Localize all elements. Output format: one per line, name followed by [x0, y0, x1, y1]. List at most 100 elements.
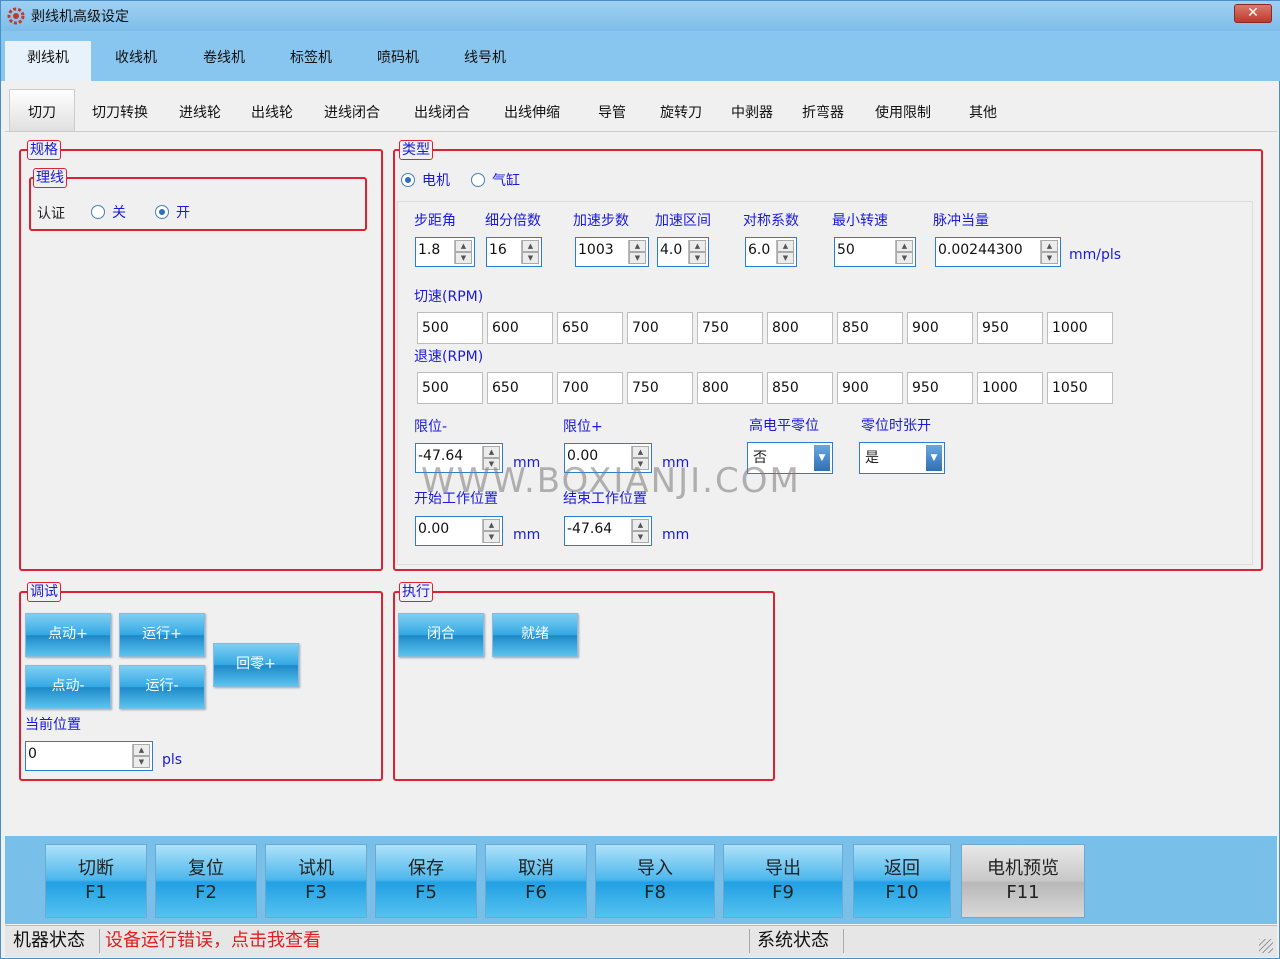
- end-pos-unit: mm: [662, 527, 690, 543]
- gear-icon: [7, 7, 25, 25]
- cut-speed-label: 切速(RPM): [414, 289, 484, 305]
- tab-usage-limit[interactable]: 使用限制: [865, 89, 941, 131]
- cut-speed-7[interactable]: 850: [837, 312, 903, 344]
- accel-steps-label: 加速步数: [573, 213, 629, 229]
- chevron-down-icon: ▼: [814, 445, 830, 471]
- auth-off-radio[interactable]: [91, 205, 105, 219]
- return-speed-7[interactable]: 900: [837, 372, 903, 404]
- tab-wire-marker[interactable]: 线号机: [442, 41, 528, 81]
- accel-range-input[interactable]: 4.0 ▲ ▼: [657, 237, 709, 267]
- cut-f1-button[interactable]: 切断 F1: [45, 844, 147, 918]
- step-angle-input[interactable]: 1.8 ▲ ▼: [415, 237, 475, 267]
- status-divider: [749, 929, 750, 953]
- jog-plus-button[interactable]: 点动+: [25, 613, 111, 657]
- auth-on-label: 开: [176, 205, 190, 221]
- ready-button[interactable]: 就绪: [492, 613, 578, 657]
- auth-on-radio[interactable]: [155, 205, 169, 219]
- app-window: 剥线机高级设定 ✕ 剥线机 收线机 卷线机 标签机 喷码机 线号机 切刀 切刀转…: [0, 0, 1280, 959]
- limit-minus-label: 限位-: [414, 419, 448, 435]
- symmetry-label: 对称系数: [743, 213, 799, 229]
- return-speed-4[interactable]: 750: [627, 372, 693, 404]
- start-pos-unit: mm: [513, 527, 541, 543]
- pulse-equiv-input[interactable]: 0.00244300 ▲ ▼: [935, 237, 1061, 267]
- reset-f2-button[interactable]: 复位 F2: [155, 844, 257, 918]
- tab-out-extend[interactable]: 出线伸缩: [493, 89, 571, 131]
- microstep-label: 细分倍数: [485, 213, 541, 229]
- cylinder-label: 气缸: [492, 173, 520, 189]
- tab-feed-close[interactable]: 进线闭合: [313, 89, 391, 131]
- return-speed-label: 退速(RPM): [414, 349, 484, 365]
- accel-range-label: 加速区间: [655, 213, 711, 229]
- pulse-equiv-label: 脉冲当量: [933, 213, 989, 229]
- run-minus-button[interactable]: 运行-: [119, 665, 205, 709]
- auth-label: 认证: [37, 206, 65, 222]
- export-f9-button[interactable]: 导出 F9: [723, 844, 843, 918]
- microstep-input[interactable]: 16 ▲ ▼: [486, 237, 542, 267]
- tab-rotary-cutter[interactable]: 旋转刀: [651, 89, 711, 131]
- end-pos-input[interactable]: -47.64 ▲ ▼: [564, 516, 652, 546]
- cut-speed-3[interactable]: 650: [557, 312, 623, 344]
- cut-speed-4[interactable]: 700: [627, 312, 693, 344]
- tab-labeler[interactable]: 标签机: [268, 41, 354, 81]
- tab-out-close[interactable]: 出线闭合: [403, 89, 481, 131]
- save-f5-button[interactable]: 保存 F5: [375, 844, 477, 918]
- symmetry-input[interactable]: 6.0 ▲ ▼: [745, 237, 797, 267]
- tab-other[interactable]: 其他: [951, 89, 1015, 131]
- auth-off-label: 关: [112, 205, 126, 221]
- cut-speed-9[interactable]: 950: [977, 312, 1043, 344]
- debug-legend: 调试: [27, 582, 61, 602]
- jog-minus-button[interactable]: 点动-: [25, 665, 111, 709]
- return-speed-5[interactable]: 800: [697, 372, 763, 404]
- tab-mid-stripper[interactable]: 中剥器: [721, 89, 783, 131]
- return-speed-2[interactable]: 650: [487, 372, 553, 404]
- cut-speed-2[interactable]: 600: [487, 312, 553, 344]
- tab-cutter[interactable]: 切刀: [9, 89, 75, 131]
- cancel-f6-button[interactable]: 取消 F6: [485, 844, 587, 918]
- back-f10-button[interactable]: 返回 F10: [853, 844, 951, 918]
- import-f8-button[interactable]: 导入 F8: [595, 844, 715, 918]
- test-f3-button[interactable]: 试机 F3: [265, 844, 367, 918]
- tab-coiler[interactable]: 卷线机: [181, 41, 267, 81]
- start-pos-input[interactable]: 0.00 ▲ ▼: [415, 516, 503, 546]
- high-level-zero-label: 高电平零位: [749, 418, 819, 434]
- min-speed-input[interactable]: 50 ▲ ▼: [834, 237, 916, 267]
- return-speed-8[interactable]: 950: [907, 372, 973, 404]
- exec-legend: 执行: [399, 582, 433, 602]
- current-pos-input[interactable]: 0 ▲ ▼: [25, 741, 153, 771]
- return-speed-1[interactable]: 500: [417, 372, 483, 404]
- accel-steps-input[interactable]: 1003 ▲ ▼: [575, 237, 649, 267]
- pulse-unit: mm/pls: [1069, 247, 1122, 263]
- machine-status-label: 机器状态: [13, 930, 85, 951]
- run-plus-button[interactable]: 运行+: [119, 613, 205, 657]
- tab-stripper[interactable]: 剥线机: [5, 41, 91, 81]
- tab-out-wheel[interactable]: 出线轮: [239, 89, 305, 131]
- cut-speed-5[interactable]: 750: [697, 312, 763, 344]
- cut-speed-8[interactable]: 900: [907, 312, 973, 344]
- cut-speed-10[interactable]: 1000: [1047, 312, 1113, 344]
- current-pos-unit: pls: [162, 752, 183, 768]
- motor-preview-f11-button[interactable]: 电机预览 F11: [961, 844, 1085, 918]
- cylinder-radio[interactable]: [471, 173, 485, 187]
- chevron-down-icon: ▼: [926, 445, 942, 471]
- home-plus-button[interactable]: 回零+: [213, 643, 299, 687]
- spec-legend: 规格: [27, 140, 61, 160]
- tab-winder[interactable]: 收线机: [93, 41, 179, 81]
- return-speed-6[interactable]: 850: [767, 372, 833, 404]
- tab-bender[interactable]: 折弯器: [791, 89, 855, 131]
- return-speed-10[interactable]: 1050: [1047, 372, 1113, 404]
- tab-feed-wheel[interactable]: 进线轮: [165, 89, 235, 131]
- tab-inkjet[interactable]: 喷码机: [355, 41, 441, 81]
- machine-status-message[interactable]: 设备运行错误，点击我查看: [105, 929, 321, 953]
- return-speed-9[interactable]: 1000: [977, 372, 1043, 404]
- cut-speed-6[interactable]: 800: [767, 312, 833, 344]
- close-button[interactable]: ✕: [1234, 4, 1272, 23]
- resize-grip-icon[interactable]: [1259, 939, 1273, 953]
- close-action-button[interactable]: 闭合: [398, 613, 484, 657]
- tab-cutter-switch[interactable]: 切刀转换: [81, 89, 159, 131]
- return-speed-3[interactable]: 700: [557, 372, 623, 404]
- motor-radio[interactable]: [401, 173, 415, 187]
- motor-label: 电机: [422, 173, 450, 189]
- zero-open-select[interactable]: 是 ▼: [859, 442, 945, 474]
- cut-speed-1[interactable]: 500: [417, 312, 483, 344]
- tab-conduit[interactable]: 导管: [581, 89, 643, 131]
